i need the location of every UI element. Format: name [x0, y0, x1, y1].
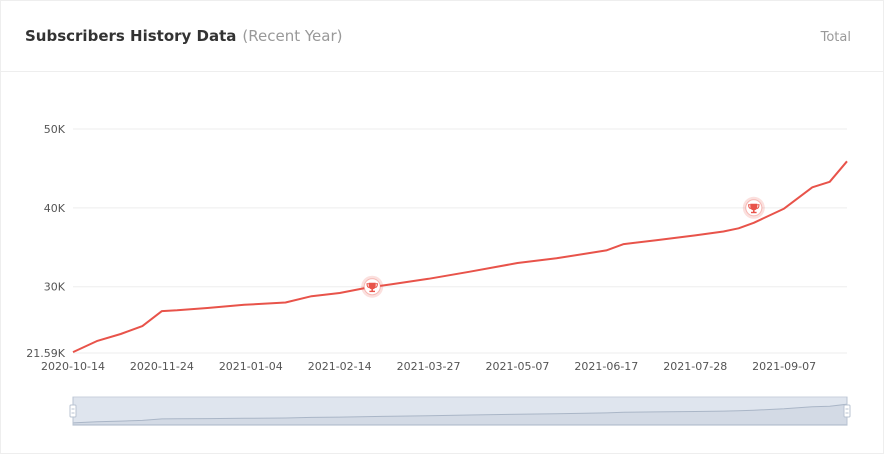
milestone-markers: [361, 196, 765, 298]
series-lines: [72, 160, 848, 354]
trophy-cup: [750, 203, 758, 211]
chart-card: Subscribers History Data (Recent Year) To…: [0, 0, 884, 454]
trophy-base: [751, 211, 757, 214]
trophy-cup: [368, 282, 376, 290]
grid-lines: [73, 128, 847, 354]
x-tick-label: 2021-09-07: [752, 360, 816, 373]
y-axis-ticks: 21.59K 30K 40K 50K: [26, 123, 65, 360]
y-tick-label: 40K: [44, 202, 66, 215]
handle-grip: [843, 404, 851, 418]
y-tick-label: 30K: [44, 281, 66, 294]
x-tick-label: 2021-01-04: [219, 360, 283, 373]
handle-grip: [69, 404, 77, 418]
series-line: [72, 160, 848, 354]
x-tick-label: 2020-10-14: [41, 360, 105, 373]
trophy-base: [369, 290, 375, 293]
x-tick-label: 2021-05-07: [485, 360, 549, 373]
x-axis-ticks: 2020-10-14 2020-11-24 2021-01-04 2021-02-14…: [41, 360, 816, 373]
x-tick-label: 2021-07-28: [663, 360, 727, 373]
trophy-stem: [753, 210, 755, 212]
y-tick-label: 50K: [44, 123, 66, 136]
x-tick-label: 2021-02-14: [308, 360, 372, 373]
milestone-marker: [361, 275, 384, 298]
zoom-slider[interactable]: [69, 396, 851, 426]
x-tick-label: 2021-06-17: [574, 360, 638, 373]
y-tick-label: 21.59K: [26, 347, 65, 360]
trophy-stem: [371, 289, 373, 291]
x-tick-label: 2020-11-24: [130, 360, 194, 373]
milestone-marker: [742, 196, 765, 219]
subscribers-line-chart: 21.59K 30K 40K 50K 2020-10-14 2020-11-24 2021…: [26, 123, 851, 426]
x-tick-label: 2021-03-27: [397, 360, 461, 373]
